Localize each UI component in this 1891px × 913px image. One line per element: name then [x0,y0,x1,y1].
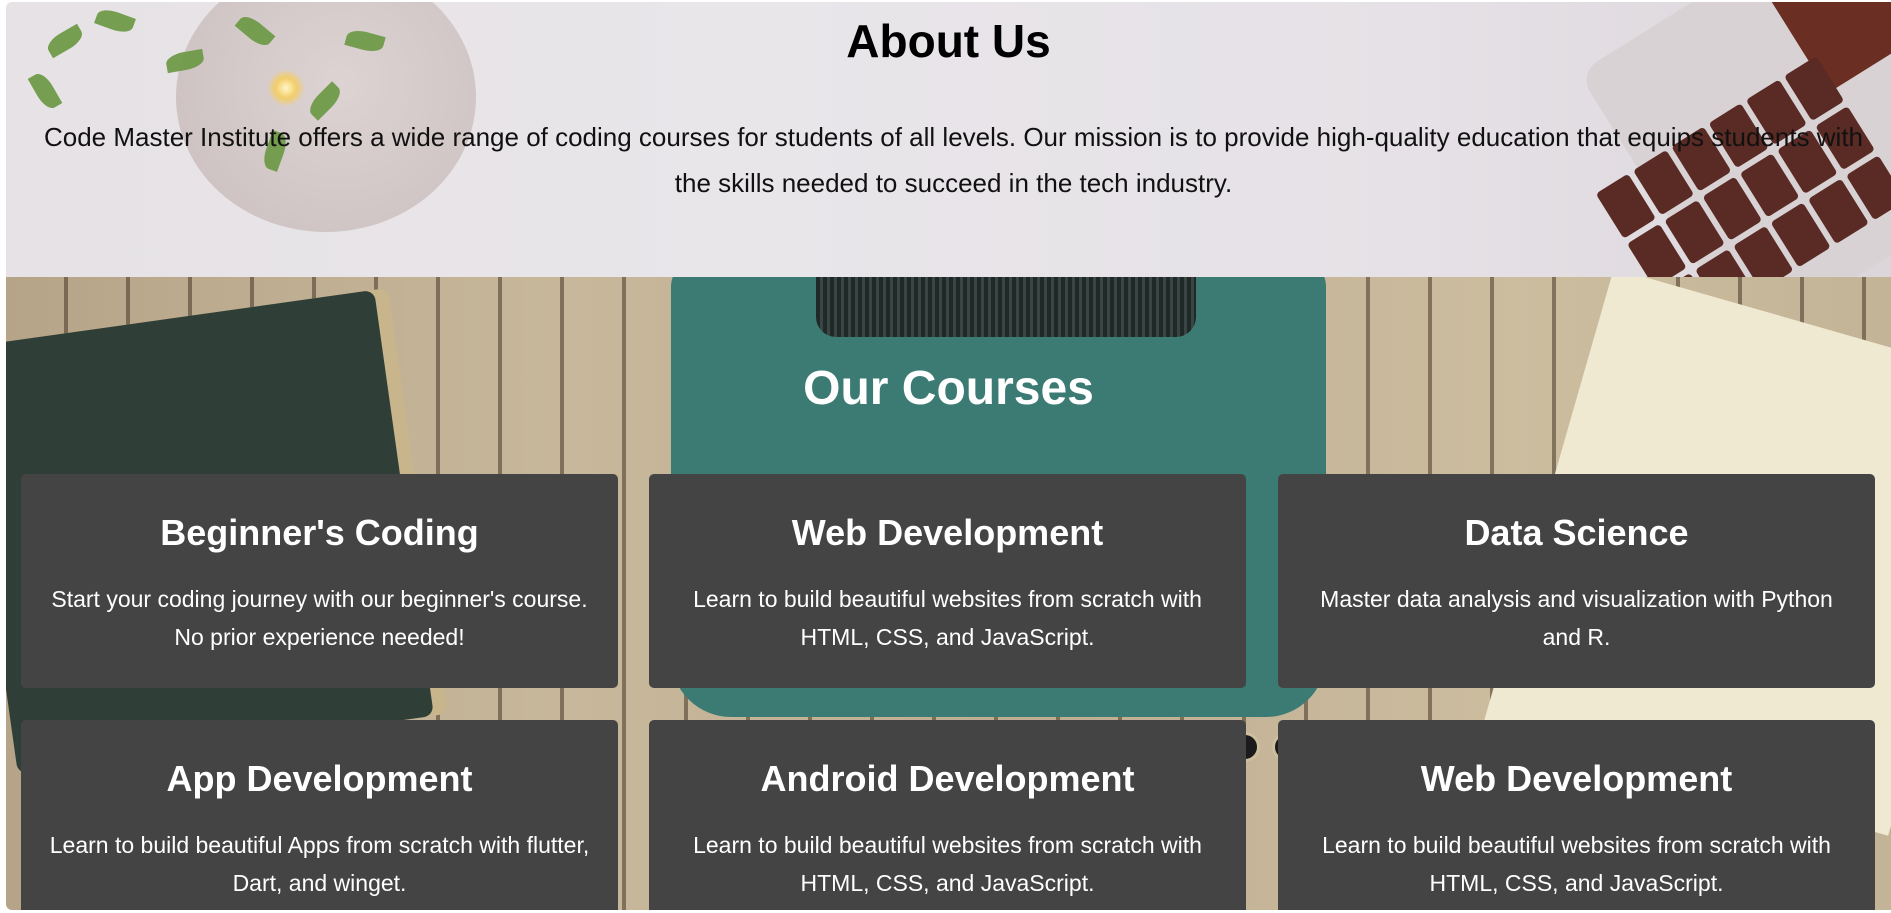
course-card-app-development[interactable]: App Development Learn to build beautiful… [21,720,618,910]
course-card-description: Start your coding journey with our begin… [51,586,588,650]
about-description: Code Master Institute offers a wide rang… [43,122,1864,198]
course-card-title: Data Science [1464,512,1689,553]
about-section: About Us Code Master Institute offers a … [6,2,1891,277]
courses-section: Our Courses Beginner's Coding Start your… [6,277,1891,910]
courses-title: Our Courses [803,362,1094,415]
course-card-description: Learn to build beautiful websites from s… [1322,832,1831,896]
course-card-title: Web Development [791,512,1104,553]
page-frame: About Us Code Master Institute offers a … [6,2,1891,910]
course-card-description: Learn to build beautiful websites from s… [693,832,1202,896]
course-card-description: Master data analysis and visualization w… [1320,586,1833,650]
light-glare [268,70,304,106]
course-card-android-development[interactable]: Android Development Learn to build beaut… [649,720,1246,910]
course-card-title: Android Development [760,758,1135,799]
course-card-description: Learn to build beautiful websites from s… [693,586,1202,650]
course-card-beginners-coding[interactable]: Beginner's Coding Start your coding jour… [21,474,618,688]
course-card-title: Beginner's Coding [160,512,479,553]
plant-leaf [27,70,63,112]
course-card-title: Web Development [1420,758,1733,799]
course-card-data-science[interactable]: Data Science Master data analysis and vi… [1278,474,1875,688]
course-card-description: Learn to build beautiful Apps from scrat… [49,832,590,896]
course-card-web-development-2[interactable]: Web Development Learn to build beautiful… [1278,720,1875,910]
typewriter-roller [816,277,1196,337]
about-title: About Us [846,15,1051,67]
course-card-web-development[interactable]: Web Development Learn to build beautiful… [649,474,1246,688]
course-card-title: App Development [166,758,473,799]
